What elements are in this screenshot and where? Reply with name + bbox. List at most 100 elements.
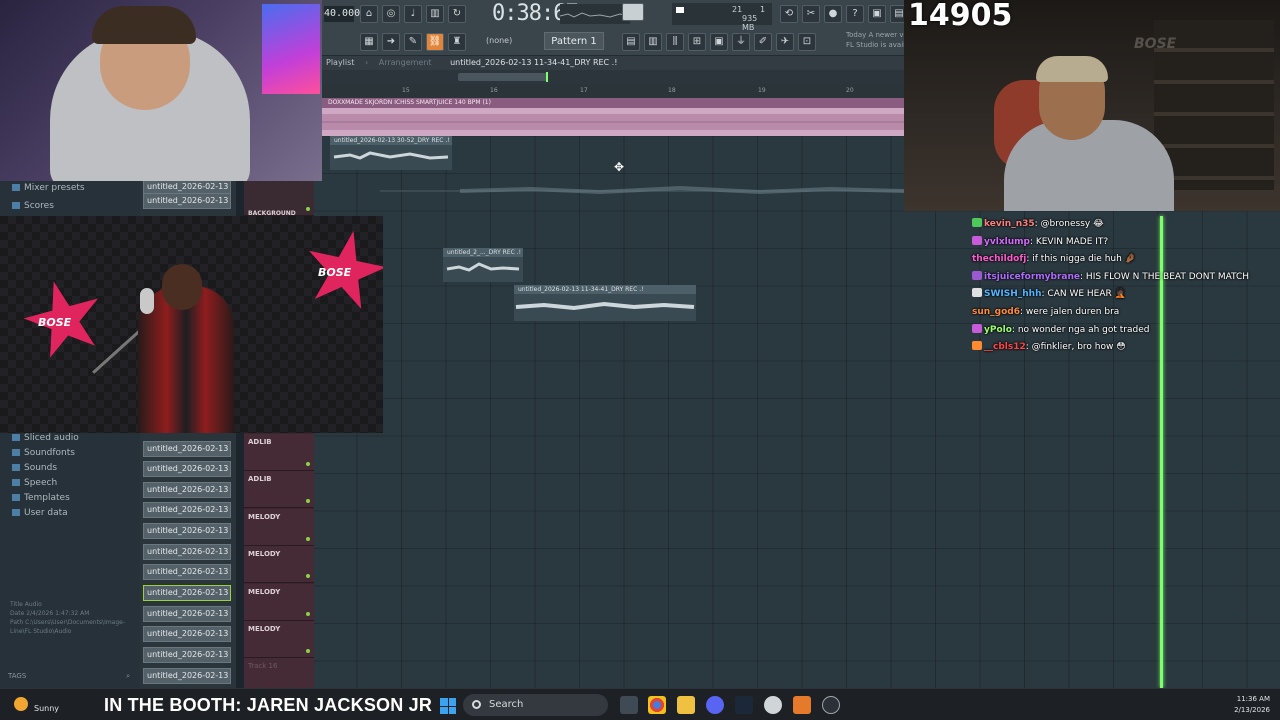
metronome-icon[interactable]: ⌂ bbox=[360, 5, 378, 23]
song-position-marker[interactable] bbox=[546, 72, 548, 82]
browser-icon[interactable]: ⊞ bbox=[688, 33, 706, 51]
track-led[interactable] bbox=[306, 649, 310, 653]
beat-audio-clip[interactable]: DOXXMADE SKJORDN ICHISS SMARTJUICE 140 B… bbox=[322, 98, 904, 136]
scrollbar-thumb[interactable] bbox=[458, 73, 548, 81]
chrome-icon[interactable] bbox=[648, 696, 666, 714]
news-panel[interactable]: Today A newer ve FL Studio is availa bbox=[846, 30, 909, 50]
poly-value: 1 bbox=[760, 5, 766, 14]
pattern-selector[interactable]: Pattern 1 bbox=[544, 32, 604, 50]
channel-item-selected[interactable]: untitled_2026-02-13 11- bbox=[143, 585, 231, 601]
track-led[interactable] bbox=[306, 574, 310, 578]
track-header[interactable]: ADLIB bbox=[244, 471, 314, 508]
vocal-clip[interactable]: untitled_2026-02-13 30-52_DRY REC .! bbox=[330, 136, 452, 170]
channel-item[interactable]: untitled_2026-02-13 11- bbox=[143, 647, 231, 663]
help-icon[interactable]: ? bbox=[846, 5, 864, 23]
vocal-clip[interactable]: untitled_2_..._DRY REC .! bbox=[443, 248, 523, 282]
vocal-clip-label: untitled_2_..._DRY REC .! bbox=[443, 248, 523, 257]
chat-message: thechildofj: if this nigga die huh 🤌🏾 bbox=[972, 254, 1136, 265]
track-led[interactable] bbox=[306, 612, 310, 616]
system-clock[interactable]: 11:36 AM 2/13/2026 bbox=[1234, 694, 1270, 716]
monitor-glow bbox=[262, 4, 320, 94]
shop-icon[interactable]: ⊡ bbox=[798, 33, 816, 51]
playlist-scrollbar[interactable] bbox=[322, 70, 904, 84]
pencil-icon[interactable]: ✎ bbox=[404, 33, 422, 51]
plugin-icon[interactable]: ▣ bbox=[710, 33, 728, 51]
channel-item[interactable]: untitled_2026-02-13 11- bbox=[143, 502, 231, 518]
browser-item-mixer-presets[interactable]: Mixer presets bbox=[12, 183, 85, 193]
record-mode-icon[interactable]: ◎ bbox=[382, 5, 400, 23]
track-led[interactable] bbox=[306, 499, 310, 503]
channel-item[interactable]: untitled_2026-02-13 11- bbox=[143, 564, 231, 580]
master-volume-icon[interactable] bbox=[622, 3, 644, 21]
stamp-icon[interactable]: ♜ bbox=[448, 33, 466, 51]
browser-item-sliced-audio[interactable]: Sliced audio bbox=[12, 433, 79, 443]
artist-head bbox=[162, 264, 202, 310]
track-header[interactable]: MELODY bbox=[244, 621, 314, 658]
track-header[interactable]: BACKGROUND VOCAL bbox=[244, 180, 314, 224]
task-view-icon[interactable] bbox=[620, 696, 638, 714]
chat-text: KEVIN MADE IT? bbox=[1035, 236, 1109, 247]
brush-icon[interactable]: ✐ bbox=[754, 33, 772, 51]
tags-bar[interactable]: TAGS ⌕ bbox=[8, 672, 138, 686]
chat-user: itsjuiceformybrane bbox=[984, 271, 1081, 282]
channel-item[interactable]: untitled_2026-02-13 11- bbox=[143, 626, 231, 642]
piano-icon[interactable]: ▥ bbox=[426, 5, 444, 23]
channel-item[interactable]: untitled_2026-02-13 11- bbox=[143, 482, 231, 498]
taskbar-search[interactable]: Search bbox=[463, 694, 608, 716]
channel-item[interactable]: untitled_2026-02-13 11- bbox=[143, 193, 231, 209]
piano-roll-icon[interactable]: ▦ bbox=[360, 33, 378, 51]
mic-icon[interactable]: ● bbox=[824, 5, 842, 23]
undo-icon[interactable]: ⟲ bbox=[780, 5, 798, 23]
arrow-right-icon[interactable]: ➜ bbox=[382, 33, 400, 51]
track-header[interactable]: MELODY bbox=[244, 546, 314, 583]
cut-icon[interactable]: ✂ bbox=[802, 5, 820, 23]
steam-icon[interactable] bbox=[735, 696, 753, 714]
fl-studio-icon[interactable] bbox=[793, 696, 811, 714]
channel-item[interactable]: untitled_2026-02-13 11- bbox=[143, 668, 231, 684]
track-label: ADLIB bbox=[248, 438, 272, 446]
obs-icon[interactable] bbox=[764, 696, 782, 714]
pin-icon[interactable]: ✈ bbox=[776, 33, 794, 51]
channel-item[interactable]: untitled_2026-02-13 11- bbox=[143, 461, 231, 477]
track-header[interactable]: ADLIB bbox=[244, 434, 314, 471]
weather-label: Sunny bbox=[34, 704, 60, 713]
browser-item-soundfonts[interactable]: Soundfonts bbox=[12, 448, 75, 458]
track-led[interactable] bbox=[306, 462, 310, 466]
bose-logo-right: BOSE bbox=[318, 266, 352, 279]
browser-item-scores[interactable]: Scores bbox=[12, 201, 54, 211]
discord-icon[interactable] bbox=[706, 696, 724, 714]
mixer-icon[interactable]: ⫼ bbox=[666, 33, 684, 51]
channel-rack-icon[interactable]: ▥ bbox=[644, 33, 662, 51]
browser-item-speech[interactable]: Speech bbox=[12, 478, 57, 488]
vocal-clip[interactable]: untitled_2026-02-13 11-34-41_DRY REC .! bbox=[514, 285, 696, 321]
plug-icon[interactable]: ⏚ bbox=[732, 33, 750, 51]
browser-item-user-data[interactable]: User data bbox=[12, 508, 68, 518]
search-icon[interactable]: ⌕ bbox=[126, 672, 130, 681]
windows-start-icon[interactable] bbox=[440, 698, 456, 714]
step-icon[interactable]: ♩ bbox=[404, 5, 422, 23]
playlist-icon[interactable]: ▤ bbox=[622, 33, 640, 51]
track-header[interactable]: MELODY bbox=[244, 584, 314, 621]
beat-waveform bbox=[322, 114, 904, 130]
media-player-icon[interactable] bbox=[822, 696, 840, 714]
pattern-none[interactable]: (none) bbox=[486, 36, 512, 45]
track-header[interactable]: MELODY bbox=[244, 509, 314, 546]
track-led[interactable] bbox=[306, 207, 310, 211]
track-led[interactable] bbox=[306, 537, 310, 541]
loop-icon[interactable]: ↻ bbox=[448, 5, 466, 23]
link-icon[interactable]: ⛓ bbox=[426, 33, 444, 51]
tempo-display[interactable]: 40.000 bbox=[324, 6, 360, 22]
playlist-title-bar: Playlist › Arrangement untitled_2026-02-… bbox=[322, 56, 904, 70]
channel-item[interactable]: untitled_2026-02-13 11- bbox=[143, 441, 231, 457]
timeline-ruler[interactable]: 15 16 17 18 19 20 bbox=[322, 84, 904, 98]
channel-item[interactable]: untitled_2026-02-13 11- bbox=[143, 606, 231, 622]
search-icon bbox=[472, 700, 481, 709]
channel-item[interactable]: untitled_2026-02-13 11- bbox=[143, 523, 231, 539]
channel-item[interactable]: untitled_2026-02-13 11- bbox=[143, 544, 231, 560]
arrangement-label[interactable]: Arrangement bbox=[379, 58, 432, 67]
browser-item-sounds[interactable]: Sounds bbox=[12, 463, 57, 473]
save-icon[interactable]: ▣ bbox=[868, 5, 886, 23]
file-explorer-icon[interactable] bbox=[677, 696, 695, 714]
browser-item-templates[interactable]: Templates bbox=[12, 493, 70, 503]
weather-widget[interactable]: Sunny bbox=[12, 694, 72, 716]
